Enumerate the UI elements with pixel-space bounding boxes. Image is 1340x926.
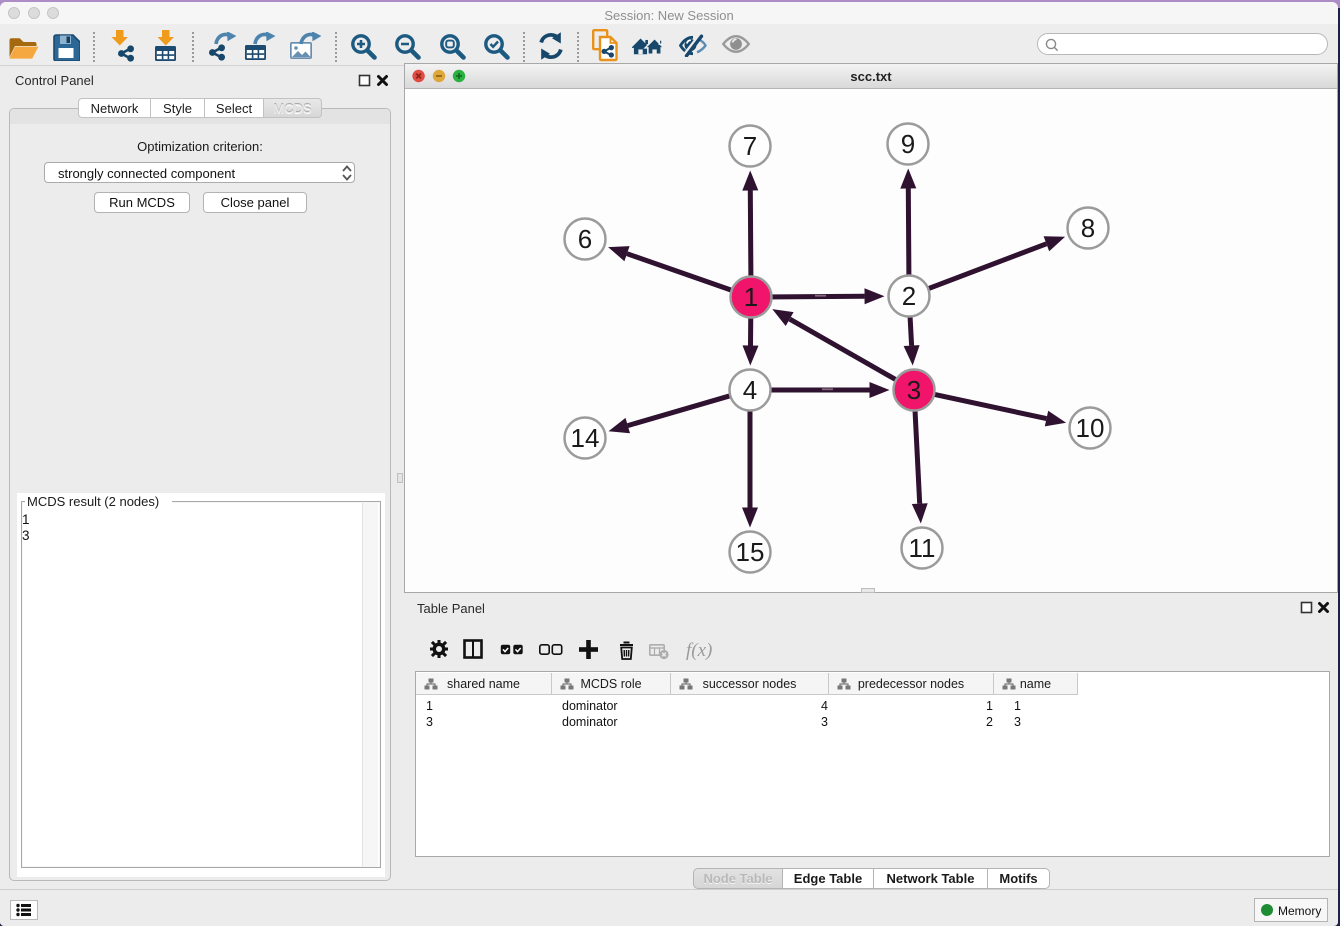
svg-text:7: 7 — [743, 131, 757, 161]
svg-text:3: 3 — [907, 375, 921, 405]
svg-text:10: 10 — [1076, 413, 1105, 443]
svg-text:15: 15 — [736, 537, 765, 567]
svg-text:1: 1 — [744, 282, 758, 312]
svg-text:9: 9 — [901, 129, 915, 159]
svg-text:14: 14 — [571, 423, 600, 453]
svg-text:4: 4 — [743, 375, 757, 405]
svg-text:2: 2 — [902, 281, 916, 311]
svg-text:8: 8 — [1081, 213, 1095, 243]
svg-text:11: 11 — [909, 533, 936, 563]
svg-text:6: 6 — [578, 224, 592, 254]
